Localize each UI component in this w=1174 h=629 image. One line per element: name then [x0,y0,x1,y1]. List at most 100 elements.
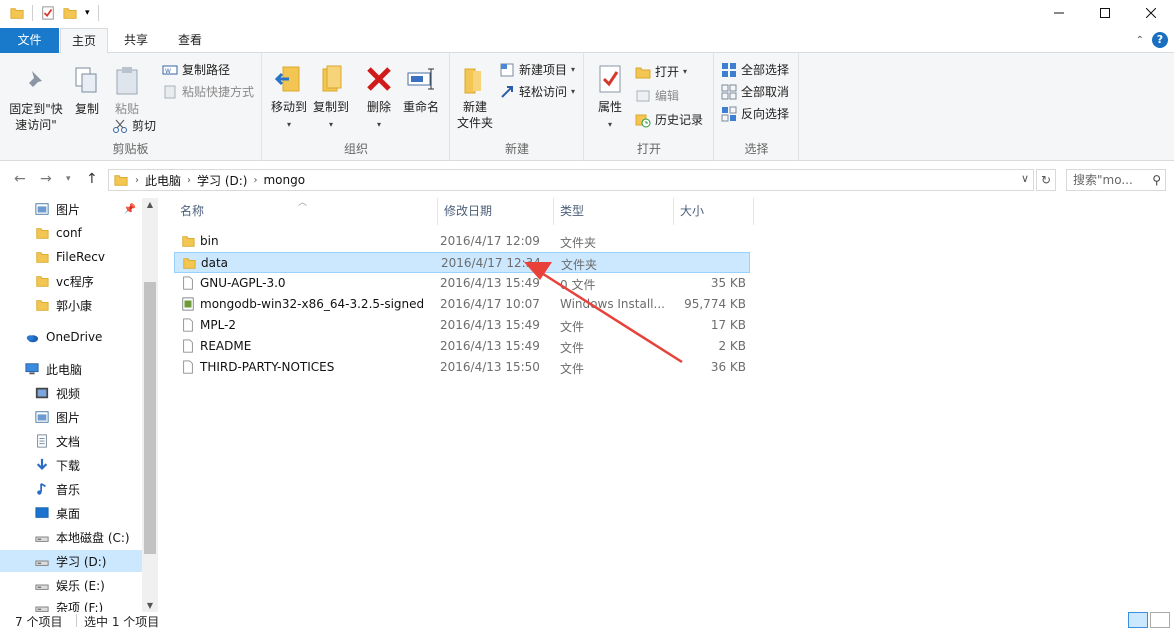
folder-icon [34,226,50,240]
scroll-up-icon[interactable]: ▲ [142,200,158,209]
quick-access-toolbar: ▾ [10,5,99,21]
move-to-button[interactable]: 移动到 ▾ [267,63,311,133]
select-none-label: 全部取消 [741,85,790,99]
column-size[interactable]: 大小 [674,198,754,225]
file-row[interactable]: bin 2016/4/17 12:09 文件夹 [174,231,750,252]
file-name: README [200,339,252,353]
address-bar[interactable]: › 此电脑 › 学习 (D:) › mongo ∨ [108,169,1034,191]
back-arrow-icon[interactable]: ← [14,171,26,187]
file-row[interactable]: mongodb-win32-x86_64-3.2.5-signed 2016/4/… [174,294,750,315]
breadcrumb-drive-d[interactable]: 学习 (D:) [197,172,247,189]
nav-item[interactable]: 下载 [0,454,142,476]
new-group: 新建 文件夹 新建项目 ▾ 轻松访问 ▾ 新建 [451,53,584,161]
breadcrumb-separator-icon: › [135,174,139,186]
nav-item[interactable]: 视频 [0,382,142,404]
easy-access-button[interactable]: 轻松访问 ▾ [499,83,575,100]
column-type[interactable]: 类型 [554,198,674,225]
file-size: 35 KB [710,276,746,290]
breadcrumb-mongo[interactable]: mongo [263,173,305,187]
file-name: bin [200,234,219,248]
new-folder-button[interactable]: 新建 文件夹 [453,63,497,131]
nav-item[interactable]: 娱乐 (E:) [0,574,142,596]
details-view-icon[interactable] [1128,612,1148,628]
scrollbar-thumb[interactable] [144,282,156,554]
up-arrow-icon[interactable]: ↑ [86,171,98,187]
chevron-down-icon[interactable]: ∨ [1021,172,1029,185]
select-all-button[interactable]: 全部选择 [721,61,789,78]
delete-label: 删除 [366,100,391,114]
nav-item[interactable]: FileRecv [0,246,142,268]
tab-view[interactable]: 查看 [164,28,216,53]
tab-share[interactable]: 共享 [112,28,160,53]
properties-icon[interactable] [41,6,55,20]
pin-quick-access-button[interactable]: 固定到"快 速访问" [6,65,66,133]
customize-qat-icon[interactable]: ▾ [85,8,90,18]
history-button[interactable]: 历史记录 [635,111,703,128]
forward-arrow-icon[interactable]: → [40,171,52,187]
minimize-button[interactable] [1036,0,1082,26]
tab-home[interactable]: 主页 [60,28,108,54]
new-group-label: 新建 [504,142,529,156]
refresh-button[interactable]: ↻ [1036,169,1056,191]
nav-item[interactable]: conf [0,222,142,244]
file-row[interactable]: GNU-AGPL-3.0 2016/4/13 15:49 0 文件 35 KB [174,273,750,294]
large-icons-view-icon[interactable] [1150,612,1170,628]
breadcrumb-this-pc[interactable]: 此电脑 [145,172,181,189]
pin-icon [25,71,42,91]
file-row[interactable]: data 2016/4/17 12:34 文件夹 [174,252,750,273]
file-name: MPL-2 [200,318,237,332]
properties-button[interactable]: 属性 ▾ [591,63,629,133]
nav-item[interactable]: 学习 (D:) [0,550,142,572]
drive-icon [34,578,50,592]
select-group-label: 选择 [744,142,769,156]
nav-item[interactable]: vc程序 [0,270,142,292]
nav-item[interactable]: 音乐 [0,478,142,500]
rename-button[interactable]: 重命名 [401,63,441,115]
maximize-button[interactable] [1082,0,1128,26]
column-name[interactable]: 名称 [174,198,438,225]
svg-text:W: W [165,68,171,75]
nav-item[interactable]: 文档 [0,430,142,452]
nav-item[interactable]: 图片 📌 [0,198,142,220]
new-item-label: 新建项目 [519,63,568,77]
nav-item[interactable]: 桌面 [0,502,142,524]
nav-item[interactable]: 此电脑 [0,358,142,380]
new-item-button[interactable]: 新建项目 ▾ [499,61,575,78]
open-group: 属性 ▾ 打开 ▾ 编辑 历史记录 打开 [585,53,714,161]
file-row[interactable]: README 2016/4/13 15:49 文件 2 KB [174,336,750,357]
copy-path-button[interactable]: W 复制路径 [162,61,230,78]
open-label: 打开 [655,65,680,79]
window-controls [1036,0,1174,26]
cut-button[interactable]: 剪切 [112,117,156,134]
nav-item[interactable]: 图片 [0,406,142,428]
file-row[interactable]: MPL-2 2016/4/13 15:49 文件 17 KB [174,315,750,336]
invert-selection-button[interactable]: 反向选择 [721,105,789,122]
copy-to-button[interactable]: 复制到 ▾ [309,63,353,133]
navigation-scrollbar[interactable]: ▲ ▼ [142,198,158,612]
select-none-button[interactable]: 全部取消 [721,83,789,100]
navigation-pane: 图片 📌 conf FileRecv vc程序 郭小康 OneDrive 此电脑 视频 图片 文档下… [0,198,158,615]
search-input[interactable]: 搜索"mo... ⚲ [1066,169,1166,191]
paste-shortcut-button[interactable]: 粘贴快捷方式 [162,83,254,100]
recent-locations-icon[interactable]: ▾ [66,174,71,184]
file-row[interactable]: THIRD-PARTY-NOTICES 2016/4/13 15:50 文件 36 K… [174,357,750,378]
folder-icon [10,8,24,19]
copy-path-icon: W [162,65,178,75]
copy-button[interactable]: 复制 [70,65,104,117]
collapse-ribbon-icon[interactable]: ⌃ [1136,35,1144,46]
close-button[interactable] [1128,0,1174,26]
open-button[interactable]: 打开 ▾ [635,63,687,80]
edit-button[interactable]: 编辑 [635,87,679,104]
scroll-down-icon[interactable]: ▼ [142,601,158,610]
delete-button[interactable]: 删除 ▾ [363,63,395,133]
help-icon[interactable]: ? [1152,32,1168,48]
file-size: 17 KB [710,318,746,332]
nav-item[interactable]: 郭小康 [0,294,142,316]
paste-button[interactable]: 粘贴 [110,65,144,117]
column-date[interactable]: 修改日期 [438,198,554,225]
tab-file[interactable]: 文件 [0,28,59,53]
nav-item[interactable]: 本地磁盘 (C:) [0,526,142,548]
file-type: 文件夹 [560,236,597,250]
nav-item[interactable]: OneDrive [0,326,142,348]
new-folder-icon[interactable] [63,6,77,20]
